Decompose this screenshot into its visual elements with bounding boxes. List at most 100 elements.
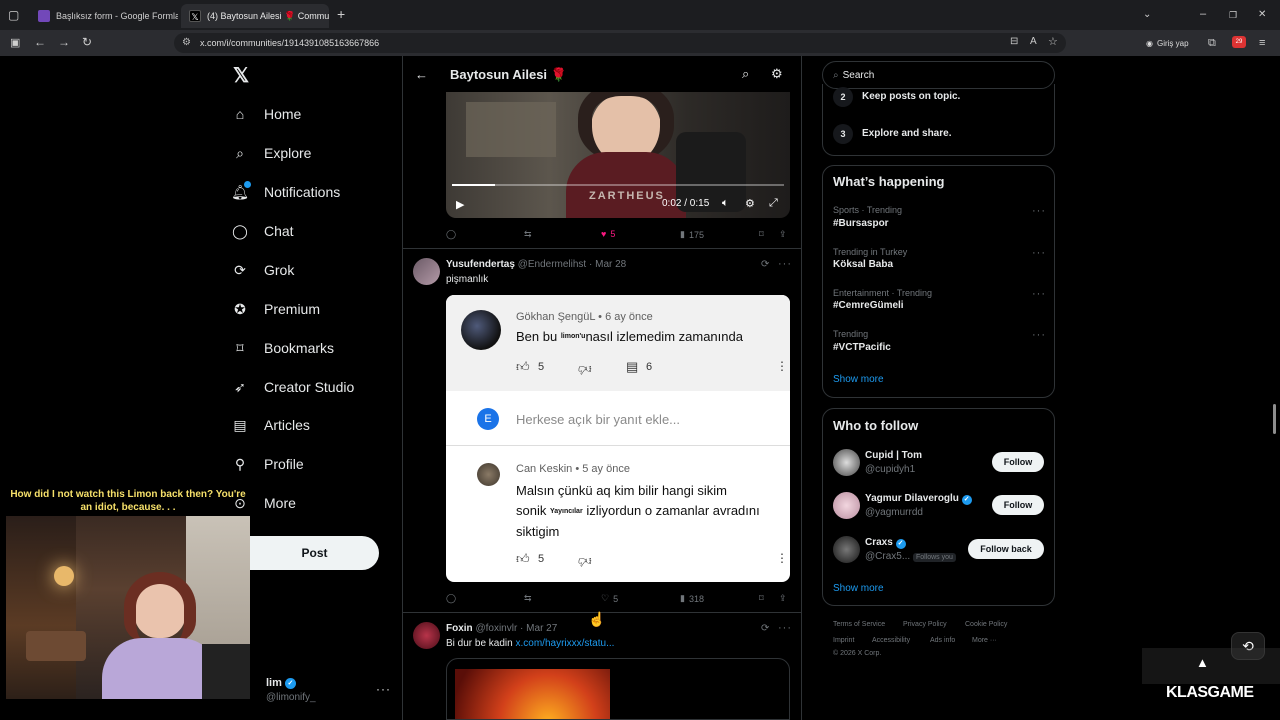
tweet-date[interactable]: Mar 27 [526,623,557,634]
views-action[interactable]: ▮ 175 [680,229,704,240]
share-action[interactable]: ⇪ [779,593,787,604]
browser-menu-icon[interactable]: ≡ [1259,37,1265,49]
back-arrow-icon[interactable]: ← [415,67,428,82]
author-name[interactable]: Yusufendertaş [446,259,515,270]
video-settings-icon[interactable]: ⚙ [745,197,755,210]
minimize-icon[interactable]: – [1200,8,1206,20]
tab-x-community[interactable]: 𝕏 (4) Baytosun Ailesi 🌹 Communi ✕ [181,4,329,28]
back-icon[interactable]: ← [34,36,46,48]
follow-button[interactable]: Follow [992,495,1044,515]
nav-item-articles[interactable]: ▤ Articles [230,415,310,435]
author-name[interactable]: Foxin [446,623,473,634]
footer-terms[interactable]: Terms of Service [833,621,885,628]
embedded-screenshot[interactable]: Gökhan ŞengüL • 6 ay önce Ben bu limon'u… [446,295,790,582]
nav-item-grok[interactable]: ⟳ Grok [230,260,294,280]
extension-badge[interactable]: 29 [1232,36,1246,48]
show-more-link[interactable]: Show more [833,374,884,385]
account-switcher[interactable]: lim ✓ [266,677,296,689]
avatar[interactable] [413,258,440,285]
extensions-icon[interactable]: ⧉ [1208,37,1216,49]
footer-ads[interactable]: Ads info [930,637,955,644]
footer-accessibility[interactable]: Accessibility [872,637,910,644]
trend-more-icon[interactable]: ··· [1032,205,1046,217]
bookmark-star-icon[interactable]: ☆ [1048,35,1058,48]
trend-name[interactable]: #VCTPacific [833,342,891,353]
follow-name-row[interactable]: Craxs ✓ [865,537,906,549]
nav-item-home[interactable]: ⌂ Home [230,104,302,124]
avatar[interactable] [413,622,440,649]
site-info-icon[interactable]: ⚙ [182,37,191,48]
tweet-text: pişmanlık [446,274,489,285]
footer-privacy[interactable]: Privacy Policy [903,621,947,628]
nav-item-profile[interactable]: ⚲ Profile [230,454,304,474]
volume-icon[interactable]: 🔈︎ [722,197,729,210]
follow-back-button[interactable]: Follow back [968,539,1044,559]
trend-more-icon[interactable]: ··· [1032,329,1046,341]
retweet-action[interactable]: ⇆ [524,229,536,240]
follow-button[interactable]: Follow [992,452,1044,472]
tweet-date[interactable]: Mar 28 [595,259,626,270]
trend-more-icon[interactable]: ··· [1032,288,1046,300]
bookmark-action[interactable]: ⌑ [759,229,764,240]
author-handle[interactable]: @foxinvlr [475,623,517,634]
nav-item-premium[interactable]: ✪ Premium [230,299,320,319]
video-player[interactable]: ZARTHEUS ▶ 0:02 / 0:15 🔈︎ ⚙ ⤢ [446,92,790,218]
tweet-link[interactable]: x.com/hayrixxx/statu... [516,638,615,649]
fullscreen-icon[interactable]: ⤢ [769,197,778,210]
nav-item-chat[interactable]: ◯ Chat [230,221,293,241]
tab-actions-icon[interactable]: ▢ [8,9,19,21]
nav-item-bookmarks[interactable]: ⌑ Bookmarks [230,338,334,358]
reply-action[interactable]: ◯ [446,229,460,240]
tweet-media[interactable] [446,658,790,720]
tweet-more-icon[interactable]: ··· [778,622,792,634]
address-bar[interactable]: ⚙ x.com/i/communities/191439108516366786… [174,33,1066,53]
translate-icon[interactable]: A [1030,36,1037,47]
grok-icon[interactable]: ⟳ [761,623,769,634]
share-action[interactable]: ⇪ [779,229,787,240]
trend-name[interactable]: #Bursaspor [833,218,889,229]
tweet-more-icon[interactable]: ··· [778,258,792,270]
maximize-icon[interactable]: ❐ [1229,9,1237,21]
follow-name-row[interactable]: Yagmur Dilaveroglu ✓ [865,493,972,505]
page-scrollbar[interactable] [1273,404,1276,434]
tab-search-chevron-icon[interactable]: ⌄ [1143,9,1151,21]
footer-more[interactable]: More ··· [972,637,997,644]
reload-icon[interactable]: ↻ [82,36,92,48]
trend-more-icon[interactable]: ··· [1032,247,1046,259]
avatar[interactable] [833,536,860,563]
footer-imprint[interactable]: Imprint [833,637,854,644]
sidebar-icon[interactable]: ▣ [10,37,20,49]
window-close-icon[interactable]: ✕ [1258,9,1266,21]
like-action[interactable]: ♥ 5 [601,229,615,239]
nav-item-notifications[interactable]: 🔔︎ Notifications [230,181,340,202]
tab-google-forms[interactable]: Başlıksız form - Google Formlar ✕ [30,4,178,28]
grok-icon[interactable]: ⟳ [761,259,769,270]
new-tab-icon[interactable]: + [337,7,345,21]
retweet-action[interactable]: ⇆ [524,593,536,604]
video-progress-track[interactable] [452,184,784,186]
trend-name[interactable]: #CemreGümeli [833,300,904,311]
x-logo-icon[interactable]: 𝕏 [230,65,252,87]
author-handle[interactable]: @Endermelihst [518,259,587,270]
nav-item-creator-studio[interactable]: ➶ Creator Studio [230,377,354,397]
views-action[interactable]: ▮ 318 [680,593,704,604]
bookmark-action[interactable]: ⌑ [759,593,764,604]
like-action[interactable]: ♡ 5 [601,593,618,604]
profile-button[interactable]: ◉ Giriş yap [1146,35,1189,51]
post-button[interactable]: Post [250,536,379,570]
nav-item-explore[interactable]: ⌕ Explore [230,143,311,163]
show-more-link[interactable]: Show more [833,583,884,594]
reply-icon: ◯ [446,593,457,603]
follow-name[interactable]: Cupid | Tom [865,450,922,461]
account-more-icon[interactable]: ··· [376,682,391,696]
install-app-icon[interactable]: ⊟ [1010,36,1018,47]
play-icon[interactable]: ▶ [456,198,464,211]
trend-name[interactable]: Köksal Baba [833,259,893,270]
settings-gear-icon[interactable]: ⚙ [771,66,783,82]
footer-cookie[interactable]: Cookie Policy [965,621,1007,628]
avatar[interactable] [833,449,860,476]
forward-icon[interactable]: → [58,36,70,48]
search-icon[interactable]: ⌕ [742,66,749,82]
avatar[interactable] [833,492,860,519]
reply-action[interactable]: ◯ [446,593,460,604]
